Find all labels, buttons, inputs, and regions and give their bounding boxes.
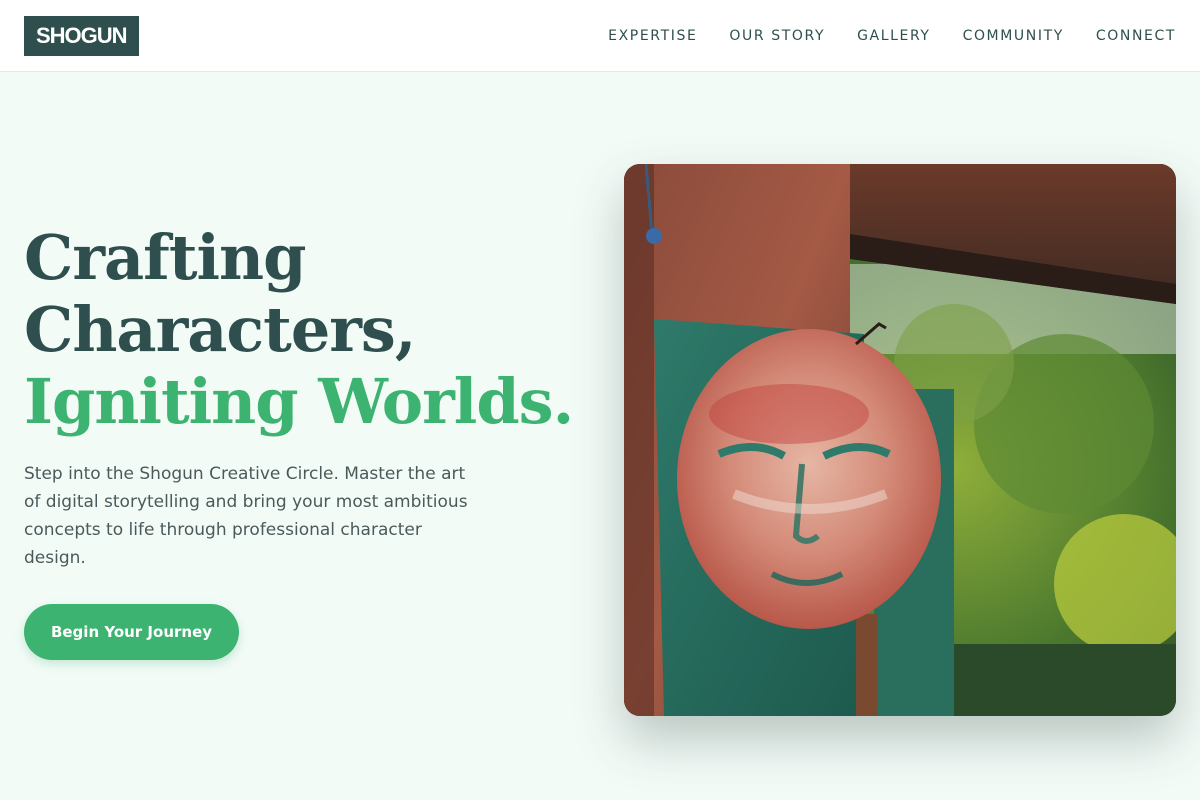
headline-line-3: Igniting Worlds. bbox=[24, 365, 574, 438]
nav-connect[interactable]: CONNECT bbox=[1096, 28, 1176, 44]
hero-headline: Crafting Characters, Igniting Worlds. bbox=[24, 221, 574, 438]
headline-line-2: Characters, bbox=[24, 293, 416, 366]
hero-image bbox=[624, 164, 1176, 716]
painted-face-artwork-image bbox=[624, 164, 1176, 716]
nav-community[interactable]: COMMUNITY bbox=[963, 28, 1064, 44]
main-nav: EXPERTISE OUR STORY GALLERY COMMUNITY CO… bbox=[608, 0, 1176, 72]
shogun-logo[interactable]: SHOGUN bbox=[24, 16, 139, 56]
nav-gallery[interactable]: GALLERY bbox=[857, 28, 930, 44]
nav-our-story[interactable]: OUR STORY bbox=[729, 28, 825, 44]
begin-journey-button[interactable]: Begin Your Journey bbox=[24, 604, 239, 660]
hero-description: Step into the Shogun Creative Circle. Ma… bbox=[24, 464, 468, 568]
nav-expertise[interactable]: EXPERTISE bbox=[608, 28, 697, 44]
site-header: SHOGUN EXPERTISE OUR STORY GALLERY COMMU… bbox=[0, 0, 1200, 72]
headline-line-1: Crafting bbox=[24, 221, 306, 294]
